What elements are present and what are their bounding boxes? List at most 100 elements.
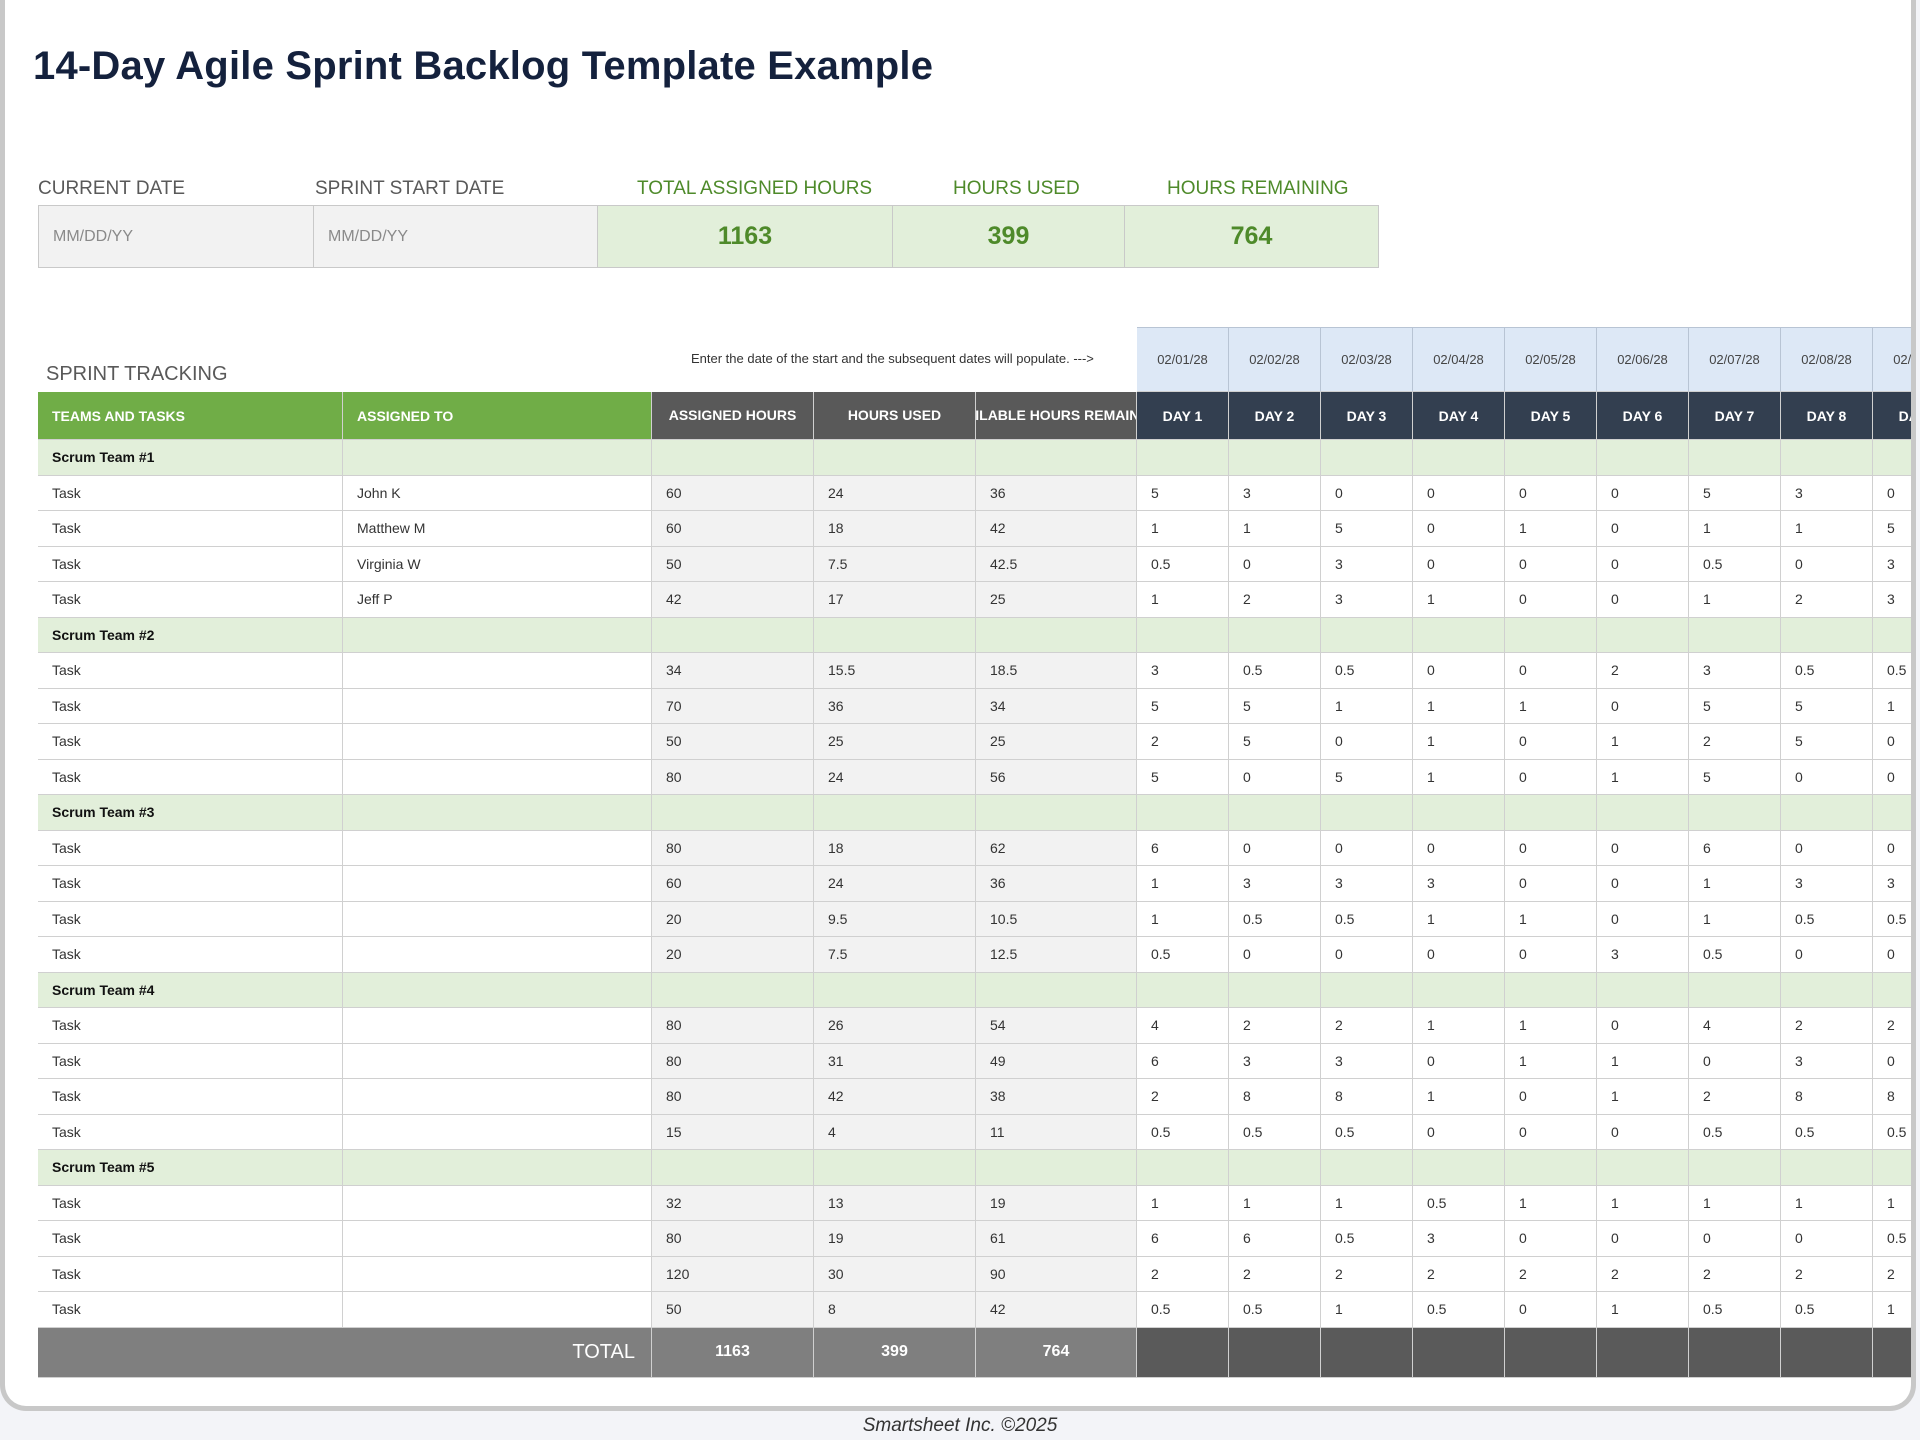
day-hours-cell[interactable]: 3 (1321, 582, 1413, 618)
day-hours-cell[interactable]: 1 (1689, 511, 1781, 547)
day-hours-cell[interactable]: 0 (1229, 830, 1321, 866)
assigned-hours-cell[interactable]: 34 (652, 653, 814, 689)
day-hours-cell[interactable]: 0 (1689, 1043, 1781, 1079)
day-hours-cell[interactable]: 1 (1505, 1008, 1597, 1044)
day-hours-cell[interactable]: 1 (1137, 866, 1229, 902)
assigned-to-cell[interactable] (343, 1292, 652, 1328)
day-hours-cell[interactable]: 1 (1505, 1043, 1597, 1079)
day-hours-cell[interactable]: 1 (1137, 1185, 1229, 1221)
assigned-hours-cell[interactable]: 60 (652, 866, 814, 902)
assigned-to-cell[interactable] (343, 1221, 652, 1257)
day-hours-cell[interactable]: 0 (1597, 901, 1689, 937)
assigned-to-cell[interactable] (343, 1079, 652, 1115)
day-hours-cell[interactable]: 0 (1505, 1292, 1597, 1328)
day-hours-cell[interactable]: 3 (1781, 475, 1873, 511)
day-hours-cell[interactable]: 1 (1229, 511, 1321, 547)
day-hours-cell[interactable]: 0 (1597, 1114, 1689, 1150)
day-hours-cell[interactable]: 0 (1873, 937, 1911, 973)
day-hours-cell[interactable]: 0.5 (1689, 546, 1781, 582)
assigned-to-cell[interactable] (343, 1008, 652, 1044)
day-hours-cell[interactable]: 4 (1689, 1008, 1781, 1044)
day-hours-cell[interactable]: 1 (1137, 901, 1229, 937)
day-hours-cell[interactable]: 1 (1873, 689, 1911, 724)
day-hours-cell[interactable]: 0.5 (1321, 1221, 1413, 1257)
day-hours-cell[interactable]: 1 (1229, 1185, 1321, 1221)
day-hours-cell[interactable]: 3 (1781, 1043, 1873, 1079)
assigned-to-cell[interactable] (343, 1114, 652, 1150)
day-hours-cell[interactable]: 1 (1873, 1292, 1911, 1328)
day-hours-cell[interactable]: 0 (1873, 476, 1911, 511)
day-hours-cell[interactable]: 0.5 (1321, 653, 1413, 689)
day-hours-cell[interactable]: 5 (1781, 724, 1873, 760)
day-hours-cell[interactable]: 6 (1137, 1221, 1229, 1257)
task-name-cell[interactable]: Task (38, 724, 343, 760)
day-hours-cell[interactable]: 1 (1597, 759, 1689, 795)
day-hours-cell[interactable]: 1 (1597, 1292, 1689, 1328)
day-hours-cell[interactable]: 2 (1505, 1256, 1597, 1292)
day-hours-cell[interactable]: 5 (1689, 759, 1781, 795)
day-hours-cell[interactable]: 0 (1229, 759, 1321, 795)
task-name-cell[interactable]: Task (38, 582, 343, 618)
assigned-to-cell[interactable]: Jeff P (343, 582, 652, 618)
assigned-to-cell[interactable] (343, 1043, 652, 1079)
task-name-cell[interactable]: Task (38, 546, 343, 582)
task-name-cell[interactable]: Task (38, 688, 343, 724)
day-hours-cell[interactable]: 2 (1137, 724, 1229, 760)
assigned-hours-cell[interactable]: 50 (652, 724, 814, 760)
day-hours-cell[interactable]: 1 (1413, 724, 1505, 760)
day-hours-cell[interactable]: 0 (1505, 546, 1597, 582)
day-hours-cell[interactable]: 1 (1689, 901, 1781, 937)
day-hours-cell[interactable]: 2 (1689, 724, 1781, 760)
day-hours-cell[interactable]: 1 (1413, 1008, 1505, 1044)
day-hours-cell[interactable]: 0.5 (1229, 1292, 1321, 1328)
day-hours-cell[interactable]: 5 (1689, 688, 1781, 724)
day-hours-cell[interactable]: 3 (1229, 475, 1321, 511)
day-hours-cell[interactable]: 3 (1873, 866, 1911, 902)
day-hours-cell[interactable]: 0 (1505, 866, 1597, 902)
day-hours-cell[interactable]: 2 (1229, 1256, 1321, 1292)
day-hours-cell[interactable]: 0.5 (1873, 653, 1911, 689)
task-name-cell[interactable]: Task (38, 1079, 343, 1115)
day-hours-cell[interactable]: 2 (1689, 1079, 1781, 1115)
day-hours-cell[interactable]: 0.5 (1137, 1114, 1229, 1150)
day-hours-cell[interactable]: 0 (1505, 582, 1597, 618)
assigned-hours-cell[interactable]: 20 (652, 901, 814, 937)
day-hours-cell[interactable]: 2 (1137, 1256, 1229, 1292)
day-hours-cell[interactable]: 2 (1413, 1256, 1505, 1292)
day-hours-cell[interactable]: 3 (1413, 1221, 1505, 1257)
day-hours-cell[interactable]: 0 (1597, 1221, 1689, 1257)
day-hours-cell[interactable]: 5 (1321, 759, 1413, 795)
assigned-hours-cell[interactable]: 15 (652, 1114, 814, 1150)
day-hours-cell[interactable]: 1 (1689, 866, 1781, 902)
day-hours-cell[interactable]: 1 (1689, 582, 1781, 618)
day-hours-cell[interactable]: 3 (1321, 546, 1413, 582)
day-hours-cell[interactable]: 1 (1597, 1185, 1689, 1221)
day-hours-cell[interactable]: 0.5 (1229, 901, 1321, 937)
day-hours-cell[interactable]: 0 (1597, 475, 1689, 511)
day-hours-cell[interactable]: 1 (1505, 511, 1597, 547)
day-hours-cell[interactable]: 1 (1597, 1079, 1689, 1115)
day-hours-cell[interactable]: 0.5 (1689, 937, 1781, 973)
day-hours-cell[interactable]: 0 (1689, 1221, 1781, 1257)
day-hours-cell[interactable]: 3 (1229, 866, 1321, 902)
day-hours-cell[interactable]: 0 (1781, 546, 1873, 582)
assigned-to-cell[interactable]: Virginia W (343, 546, 652, 582)
day-hours-cell[interactable]: 1 (1597, 1043, 1689, 1079)
day-hours-cell[interactable]: 0 (1413, 1114, 1505, 1150)
day-hours-cell[interactable]: 0 (1413, 937, 1505, 973)
day-hours-cell[interactable]: 1 (1505, 901, 1597, 937)
day-hours-cell[interactable]: 0 (1873, 1044, 1911, 1079)
assigned-to-cell[interactable]: John K (343, 475, 652, 511)
day-hours-cell[interactable]: 0 (1413, 1043, 1505, 1079)
day-hours-cell[interactable]: 0.5 (1781, 1292, 1873, 1328)
day-hours-cell[interactable]: 5 (1781, 688, 1873, 724)
day-hours-cell[interactable]: 2 (1689, 1256, 1781, 1292)
assigned-to-cell[interactable] (343, 937, 652, 973)
day-hours-cell[interactable]: 8 (1781, 1079, 1873, 1115)
day-hours-cell[interactable]: 1 (1413, 759, 1505, 795)
assigned-to-cell[interactable] (343, 759, 652, 795)
day-hours-cell[interactable]: 0 (1781, 759, 1873, 795)
day-hours-cell[interactable]: 0.5 (1873, 902, 1911, 937)
day-hours-cell[interactable]: 0 (1505, 759, 1597, 795)
task-name-cell[interactable]: Task (38, 1185, 343, 1221)
